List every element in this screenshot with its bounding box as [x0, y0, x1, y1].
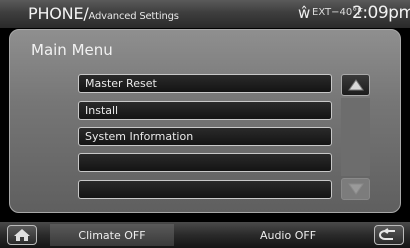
menu-item-empty-1[interactable] [78, 153, 332, 172]
back-button[interactable] [374, 225, 404, 245]
home-icon [14, 229, 30, 241]
home-button[interactable] [7, 225, 37, 245]
menu-item-master-reset[interactable]: Master Reset [78, 74, 332, 93]
climate-button[interactable]: Climate OFF [50, 224, 174, 246]
status-bar: PHONE/Advanced Settings ŵ EXT−40°F 2:09p… [0, 0, 410, 28]
triangle-down-icon [347, 183, 364, 195]
menu-item-empty-2[interactable] [78, 180, 332, 199]
page-title: PHONE/Advanced Settings [28, 4, 179, 23]
scroll-up-button[interactable] [341, 74, 370, 96]
back-arrow-icon [379, 228, 395, 240]
title-phone: PHONE/ [28, 4, 89, 23]
clock: 2:09pm [352, 3, 410, 23]
title-subtitle: Advanced Settings [88, 11, 179, 22]
audio-button[interactable]: Audio OFF [238, 224, 338, 246]
menu-item-system-information[interactable]: System Information [78, 127, 332, 146]
wifi-icon: ŵ [298, 4, 311, 22]
menu-title: Main Menu [31, 41, 113, 59]
scroll-down-button[interactable] [341, 178, 370, 200]
menu-item-install[interactable]: Install [78, 101, 332, 120]
triangle-up-icon [347, 79, 364, 91]
scroll-track[interactable] [341, 98, 370, 176]
